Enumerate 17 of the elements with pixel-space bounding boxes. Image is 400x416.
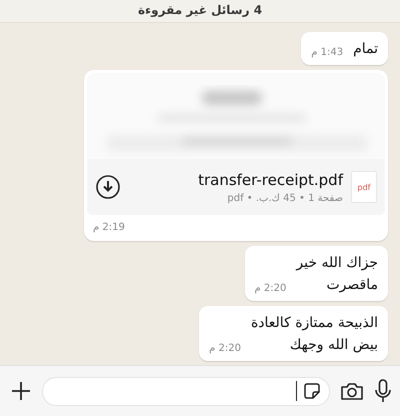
download-button[interactable] (95, 174, 121, 200)
file-name: transfer-receipt.pdf (198, 170, 343, 188)
message-time: 2:20 م (254, 282, 286, 296)
message-time: 2:20 م (209, 342, 241, 356)
message-text: جزاك الله خير ماقصرت (296, 254, 378, 295)
message-input-field[interactable] (42, 376, 330, 406)
sticker-icon[interactable] (303, 382, 321, 400)
message-time: 2:19 م (92, 221, 126, 235)
camera-icon[interactable] (340, 381, 364, 401)
message-text: الذبيحة ممتازة كالعادة بيض الله وجهك (250, 314, 378, 355)
message-text: تمام (353, 40, 378, 59)
message-time: 1:43 م (311, 46, 344, 60)
unread-count-text: 4 رسائل غير مقروءة (138, 2, 262, 18)
pdf-file-icon: pdf (351, 171, 377, 203)
file-meta: صفحة 1 • 45 ك.ب. • pdf (227, 192, 343, 204)
add-icon[interactable] (10, 380, 32, 402)
microphone-icon[interactable] (374, 379, 392, 403)
